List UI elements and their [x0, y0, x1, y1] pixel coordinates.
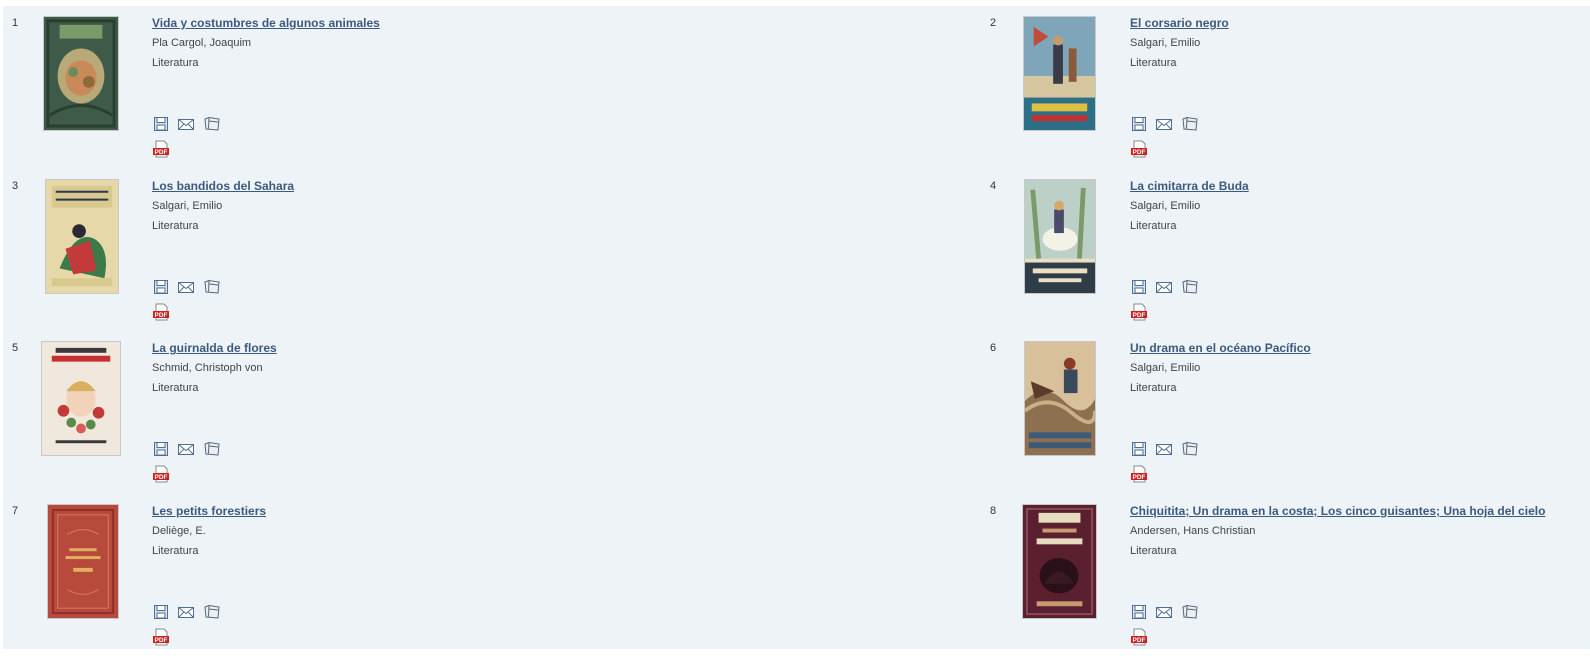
- result-item: 2 El corsario negro Salgari, Emilio Lite…: [981, 6, 1590, 169]
- save-icon[interactable]: [152, 441, 170, 457]
- email-icon[interactable]: [177, 441, 195, 457]
- book-cover[interactable]: [1022, 504, 1097, 619]
- book-cover[interactable]: [45, 179, 119, 294]
- book-author: Schmid, Christoph von: [152, 362, 263, 374]
- book-genre: Literatura: [152, 57, 199, 69]
- book-cover[interactable]: [1023, 16, 1096, 131]
- book-title-link[interactable]: La cimitarra de Buda: [1130, 179, 1249, 193]
- book-author: Salgari, Emilio: [1130, 37, 1201, 49]
- bookshelf-icon[interactable]: [203, 116, 221, 132]
- save-icon[interactable]: [152, 279, 170, 295]
- bookshelf-icon[interactable]: [1181, 116, 1199, 132]
- pdf-label: PDF: [155, 637, 168, 644]
- book-genre: Literatura: [152, 220, 199, 232]
- email-icon[interactable]: [1155, 279, 1173, 295]
- bookshelf-icon[interactable]: [1181, 604, 1199, 620]
- email-icon[interactable]: [1155, 441, 1173, 457]
- pdf-label: PDF: [1133, 312, 1146, 319]
- book-author: Salgari, Emilio: [1130, 200, 1201, 212]
- pdf-icon[interactable]: PDF: [152, 303, 170, 321]
- result-number: 6: [990, 342, 997, 354]
- book-genre: Literatura: [152, 382, 199, 394]
- result-number: 7: [12, 505, 19, 517]
- result-number: 2: [990, 17, 997, 29]
- bookshelf-icon[interactable]: [203, 279, 221, 295]
- pdf-icon[interactable]: PDF: [152, 628, 170, 646]
- pdf-label: PDF: [1133, 149, 1146, 156]
- bookshelf-icon[interactable]: [203, 604, 221, 620]
- book-genre: Literatura: [1130, 220, 1177, 232]
- book-genre: Literatura: [1130, 382, 1177, 394]
- save-icon[interactable]: [1130, 279, 1148, 295]
- result-number: 8: [990, 505, 997, 517]
- result-item: 3 Los bandidos del Sahara Salgari, Emili…: [3, 169, 803, 332]
- book-author: Pla Cargol, Joaquim: [152, 37, 252, 49]
- save-icon[interactable]: [1130, 116, 1148, 132]
- book-cover[interactable]: [1024, 179, 1096, 294]
- result-item: 5 La guirnalda de flores Schmid, Christo…: [3, 331, 803, 494]
- book-title-link[interactable]: Un drama en el océano Pacífico: [1130, 341, 1311, 355]
- bookshelf-icon[interactable]: [1181, 441, 1199, 457]
- pdf-icon[interactable]: PDF: [1130, 628, 1148, 646]
- results-list: 1 Vida y costumbres de algunos animales …: [3, 6, 1590, 649]
- book-genre: Literatura: [1130, 57, 1177, 69]
- result-number: 4: [990, 180, 997, 192]
- pdf-label: PDF: [1133, 474, 1146, 481]
- book-title-link[interactable]: Chiquitita; Un drama en la costa; Los ci…: [1130, 504, 1545, 518]
- pdf-icon[interactable]: PDF: [1130, 465, 1148, 483]
- book-cover[interactable]: [43, 16, 119, 131]
- pdf-label: PDF: [1133, 637, 1146, 644]
- book-author: Salgari, Emilio: [152, 200, 223, 212]
- book-author: Salgari, Emilio: [1130, 362, 1201, 374]
- pdf-icon[interactable]: PDF: [152, 465, 170, 483]
- save-icon[interactable]: [1130, 441, 1148, 457]
- email-icon[interactable]: [177, 116, 195, 132]
- result-item: 6 Un drama en el océano Pacífico Salgari…: [981, 331, 1590, 494]
- result-item: 1 Vida y costumbres de algunos animales …: [3, 6, 803, 169]
- pdf-icon[interactable]: PDF: [152, 140, 170, 158]
- result-item: 8 Chiquitita; Un drama en la costa; Los …: [981, 494, 1590, 649]
- book-author: Deliège, E.: [152, 525, 206, 537]
- pdf-label: PDF: [155, 149, 168, 156]
- save-icon[interactable]: [152, 116, 170, 132]
- result-number: 3: [12, 180, 19, 192]
- pdf-icon[interactable]: PDF: [1130, 140, 1148, 158]
- result-item: 4 La cimitarra de Buda Salgari, Emilio L…: [981, 169, 1590, 332]
- email-icon[interactable]: [177, 279, 195, 295]
- bookshelf-icon[interactable]: [1181, 279, 1199, 295]
- result-number: 5: [12, 342, 19, 354]
- book-title-link[interactable]: Los bandidos del Sahara: [152, 179, 294, 193]
- book-title-link[interactable]: El corsario negro: [1130, 16, 1229, 30]
- email-icon[interactable]: [177, 604, 195, 620]
- pdf-label: PDF: [155, 312, 168, 319]
- result-item: 7 Les petits forestiers Deliège, E. Lite…: [3, 494, 803, 649]
- result-number: 1: [12, 17, 19, 29]
- email-icon[interactable]: [1155, 116, 1173, 132]
- email-icon[interactable]: [1155, 604, 1173, 620]
- bookshelf-icon[interactable]: [203, 441, 221, 457]
- save-icon[interactable]: [1130, 604, 1148, 620]
- book-author: Andersen, Hans Christian: [1130, 525, 1256, 537]
- book-cover[interactable]: [41, 341, 121, 456]
- book-cover[interactable]: [1024, 341, 1096, 456]
- book-cover[interactable]: [47, 504, 119, 619]
- book-genre: Literatura: [152, 545, 199, 557]
- pdf-label: PDF: [155, 474, 168, 481]
- book-title-link[interactable]: Les petits forestiers: [152, 504, 266, 518]
- save-icon[interactable]: [152, 604, 170, 620]
- book-genre: Literatura: [1130, 545, 1177, 557]
- book-title-link[interactable]: Vida y costumbres de algunos animales: [152, 16, 380, 30]
- pdf-icon[interactable]: PDF: [1130, 303, 1148, 321]
- book-title-link[interactable]: La guirnalda de flores: [152, 341, 277, 355]
